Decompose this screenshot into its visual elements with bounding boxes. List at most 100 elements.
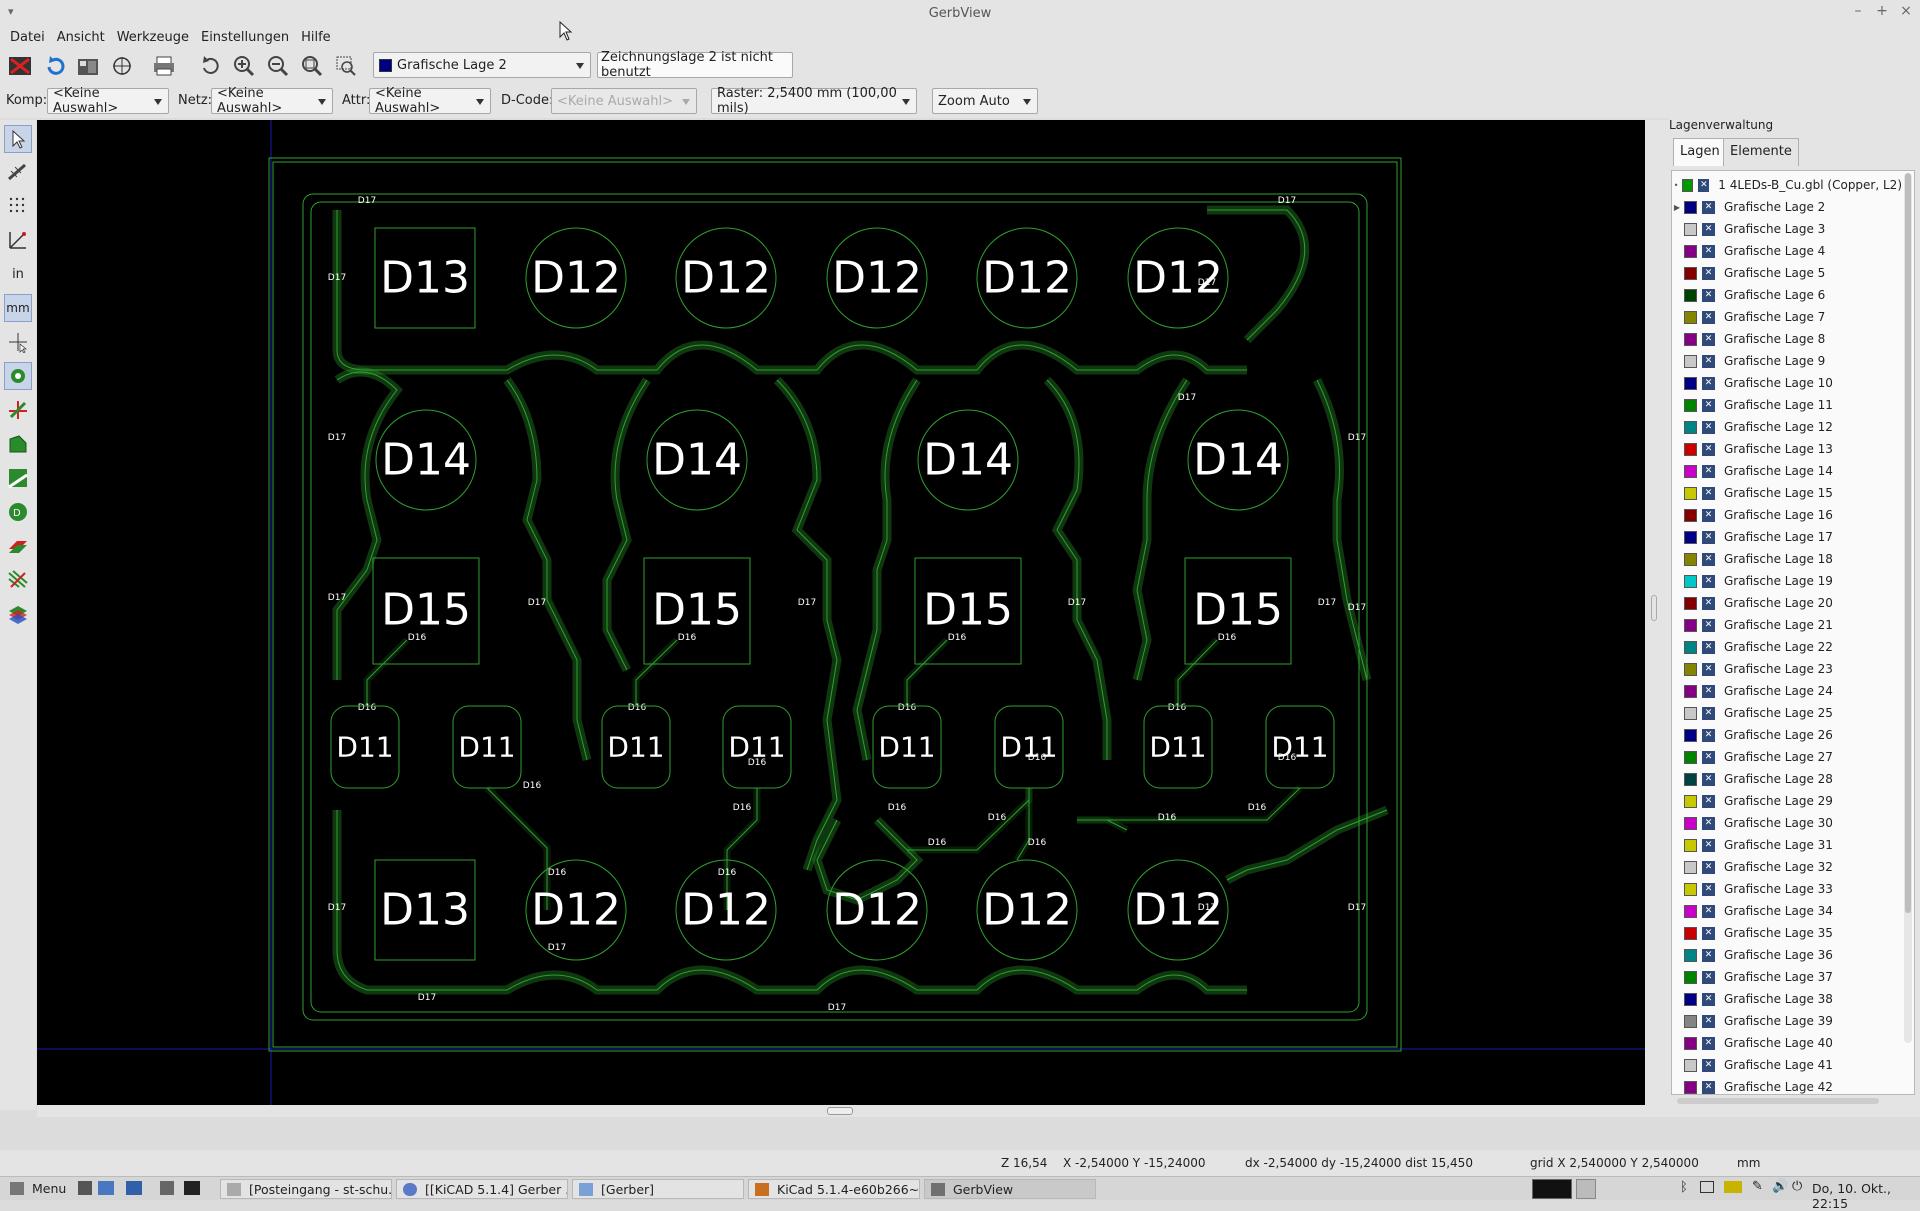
- layer-visibility-checkbox[interactable]: ✕: [1702, 464, 1715, 478]
- layer-visibility-checkbox[interactable]: ✕: [1702, 706, 1715, 720]
- layer-visibility-checkbox[interactable]: ✕: [1702, 222, 1715, 236]
- display-icon[interactable]: [1724, 1181, 1742, 1193]
- layers-manager-icon[interactable]: [4, 600, 32, 628]
- layer-row[interactable]: ✕ Grafische Lage 31: [1672, 834, 1902, 856]
- layer-color-swatch[interactable]: [1684, 618, 1697, 632]
- layer-visibility-checkbox[interactable]: ✕: [1702, 1058, 1715, 1072]
- zoom-in-icon[interactable]: [230, 52, 258, 80]
- launcher-files-icon[interactable]: [78, 1181, 92, 1195]
- layer-visibility-checkbox[interactable]: ✕: [1702, 376, 1715, 390]
- workspace-preview-2[interactable]: [1576, 1179, 1596, 1199]
- layer-row[interactable]: ✕ Grafische Lage 29: [1672, 790, 1902, 812]
- layer-color-swatch[interactable]: [1684, 1080, 1697, 1094]
- layer-visibility-checkbox[interactable]: ✕: [1702, 684, 1715, 698]
- menu-werkzeuge[interactable]: Werkzeuge: [111, 30, 195, 45]
- bluetooth-icon[interactable]: ᛒ: [1680, 1180, 1688, 1195]
- redraw-icon[interactable]: [196, 52, 224, 80]
- layer-visibility-checkbox[interactable]: ✕: [1702, 904, 1715, 918]
- layer-row[interactable]: ✕ Grafische Lage 36: [1672, 944, 1902, 966]
- layer-color-swatch[interactable]: [1684, 530, 1697, 544]
- layer-row[interactable]: ✕ Grafische Lage 33: [1672, 878, 1902, 900]
- layer-color-swatch[interactable]: [1684, 354, 1697, 368]
- layer-visibility-checkbox[interactable]: ✕: [1702, 244, 1715, 258]
- zoom-select[interactable]: Zoom Auto: [932, 88, 1038, 114]
- layer-color-swatch[interactable]: [1684, 464, 1697, 478]
- launcher-disk-icon[interactable]: [160, 1181, 174, 1195]
- layer-color-swatch[interactable]: [1684, 310, 1697, 324]
- layer-row[interactable]: ✕ Grafische Lage 21: [1672, 614, 1902, 636]
- layer-row[interactable]: ✕ Grafische Lage 22: [1672, 636, 1902, 658]
- print-icon[interactable]: [150, 52, 178, 80]
- layer-row[interactable]: ✕ Grafische Lage 10: [1672, 372, 1902, 394]
- launcher-terminal-icon[interactable]: [184, 1181, 200, 1195]
- task-browser[interactable]: [[KiCAD 5.1.4] Gerber ...: [396, 1179, 568, 1199]
- layer-row[interactable]: ▶ ✕ Grafische Lage 2: [1672, 196, 1902, 218]
- layer-color-swatch[interactable]: [1684, 486, 1697, 500]
- task-kicad[interactable]: KiCad 5.1.4-e60b266~...: [748, 1179, 920, 1199]
- maximize-icon[interactable]: +: [1872, 3, 1892, 19]
- polar-coords-icon[interactable]: [4, 226, 32, 254]
- units-inch-icon[interactable]: in: [4, 260, 32, 288]
- zoom-selection-icon[interactable]: [332, 52, 360, 80]
- layer-row[interactable]: ✕ Grafische Lage 13: [1672, 438, 1902, 460]
- layer-row[interactable]: ✕ Grafische Lage 35: [1672, 922, 1902, 944]
- zoom-fit-icon[interactable]: [298, 52, 326, 80]
- network-icon[interactable]: [1700, 1181, 1714, 1193]
- highlight-net-icon[interactable]: [4, 566, 32, 594]
- layer-visibility-checkbox[interactable]: ✕: [1702, 420, 1715, 434]
- layer-color-swatch[interactable]: [1684, 750, 1697, 764]
- layer-row[interactable]: ✕ Grafische Lage 20: [1672, 592, 1902, 614]
- layer-color-swatch[interactable]: [1684, 266, 1697, 280]
- panel-splitter[interactable]: [1645, 120, 1669, 1117]
- layer-color-swatch[interactable]: [1684, 706, 1697, 720]
- layer-color-swatch[interactable]: [1684, 222, 1697, 236]
- cursor-shape-icon[interactable]: [4, 328, 32, 356]
- layer-visibility-checkbox[interactable]: ✕: [1702, 948, 1715, 962]
- clock[interactable]: Do, 10. Okt., 22:15: [1812, 1181, 1920, 1211]
- task-mail[interactable]: [Posteingang - st-schu...: [220, 1179, 392, 1199]
- layer-color-swatch[interactable]: [1684, 662, 1697, 676]
- workspace-preview[interactable]: [1532, 1179, 1572, 1199]
- negative-objects-icon[interactable]: [4, 464, 32, 492]
- close-icon[interactable]: ×: [1896, 3, 1916, 19]
- splitter-grip[interactable]: [1651, 595, 1657, 621]
- menu-einstellungen[interactable]: Einstellungen: [195, 30, 295, 45]
- layer-list-scrollbar[interactable]: [1904, 173, 1912, 1043]
- layer-row[interactable]: ✕ Grafische Lage 16: [1672, 504, 1902, 526]
- layer-row[interactable]: ✕ Grafische Lage 18: [1672, 548, 1902, 570]
- layer-visibility-checkbox[interactable]: ✕: [1702, 750, 1715, 764]
- launcher-window-icon[interactable]: [126, 1181, 142, 1195]
- layer-visibility-checkbox[interactable]: ✕: [1702, 574, 1715, 588]
- layer-visibility-checkbox[interactable]: ✕: [1702, 332, 1715, 346]
- layer-color-swatch[interactable]: [1684, 684, 1697, 698]
- netz-select[interactable]: <Keine Auswahl>: [211, 86, 333, 116]
- select-tool-icon[interactable]: [4, 125, 32, 153]
- layer-row[interactable]: ✕ Grafische Lage 41: [1672, 1054, 1902, 1076]
- launcher-folder-icon[interactable]: [98, 1181, 114, 1195]
- attr-select[interactable]: <Keine Auswahl>: [369, 86, 491, 116]
- layer-color-swatch[interactable]: [1684, 882, 1697, 896]
- layer-visibility-checkbox[interactable]: ✕: [1702, 882, 1715, 896]
- pen-icon[interactable]: ✎: [1752, 1179, 1763, 1194]
- layer-visibility-checkbox[interactable]: ✕: [1702, 310, 1715, 324]
- layer-color-swatch[interactable]: [1684, 926, 1697, 940]
- grid-toggle-icon[interactable]: [4, 192, 32, 220]
- layer-visibility-checkbox[interactable]: ✕: [1702, 486, 1715, 500]
- layer-visibility-checkbox[interactable]: ✕: [1702, 442, 1715, 456]
- layer-row[interactable]: ✕ Grafische Lage 9: [1672, 350, 1902, 372]
- layer-row[interactable]: ✕ Grafische Lage 6: [1672, 284, 1902, 306]
- layer-visibility-checkbox[interactable]: ✕: [1702, 992, 1715, 1006]
- layer-row[interactable]: ✕ Grafische Lage 30: [1672, 812, 1902, 834]
- layer-visibility-checkbox[interactable]: ✕: [1702, 860, 1715, 874]
- horizontal-scrollbar[interactable]: [37, 1105, 1645, 1117]
- layer-row[interactable]: ✕ Grafische Lage 27: [1672, 746, 1902, 768]
- layer-row[interactable]: ✕ Grafische Lage 14: [1672, 460, 1902, 482]
- layer-visibility-checkbox[interactable]: ✕: [1702, 530, 1715, 544]
- layer-color-swatch[interactable]: [1684, 332, 1697, 346]
- layer-color-swatch[interactable]: [1684, 244, 1697, 258]
- layer-color-swatch[interactable]: [1684, 772, 1697, 786]
- layer-visibility-checkbox[interactable]: ✕: [1702, 1036, 1715, 1050]
- layer-visibility-checkbox[interactable]: ✕: [1702, 596, 1715, 610]
- layer-visibility-checkbox[interactable]: ✕: [1702, 662, 1715, 676]
- layer-color-swatch[interactable]: [1684, 904, 1697, 918]
